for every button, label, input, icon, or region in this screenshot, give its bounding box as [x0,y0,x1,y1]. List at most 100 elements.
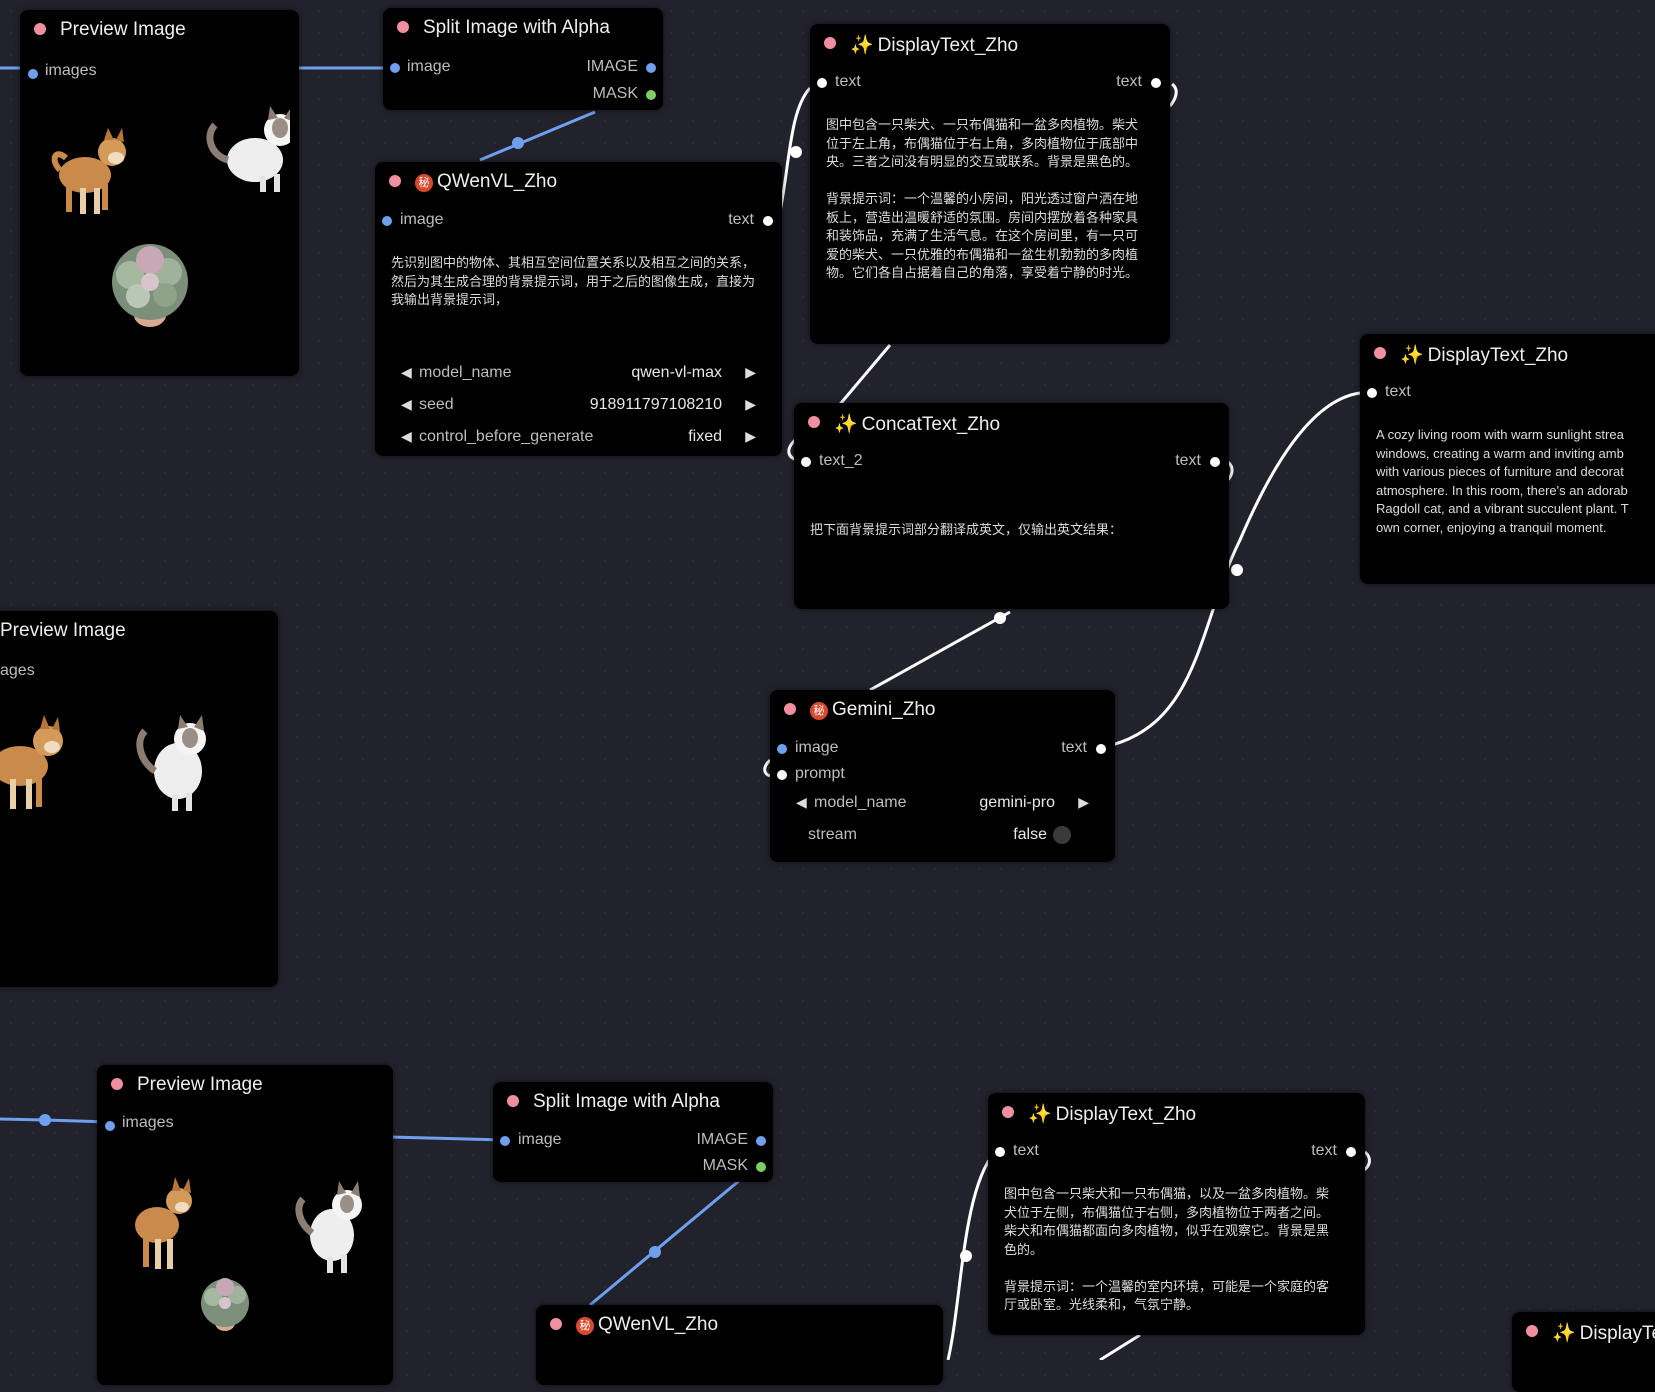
node-header[interactable]: 秘 QWenVL_Zho [375,162,782,200]
node-header[interactable]: 秘 Gemini_Zho [770,690,1115,728]
input-pin-image[interactable] [390,63,400,73]
node-title: Split Image with Alpha [533,1091,720,1112]
prompt-textarea[interactable]: 先识别图中的物体、其相互空间位置关系以及相互之间的关系， 然后为其生成合理的背景… [391,254,771,310]
sparkle-icon: ✨ [1028,1104,1052,1125]
node-title: 秘 QWenVL_Zho [415,171,557,193]
decrement-arrow-icon[interactable]: ◀ [401,396,412,413]
increment-arrow-icon[interactable]: ▶ [745,428,756,445]
node-title: ✨ DisplayText_Zho [1028,1102,1196,1126]
split-image-node[interactable]: Split Image with Alpha image IMAGE MASK [493,1082,773,1182]
node-header[interactable]: ✨ DisplayText_Zho [1360,334,1655,372]
stream-toggle[interactable]: stream false [790,822,1095,850]
input-label-images: images [45,62,97,79]
node-collapse-dot[interactable] [34,23,46,35]
display-textarea[interactable]: 图中包含一只柴犬、一只布偶猫和一盆多肉植物。柴犬 位于左上角，布偶猫位于右上角，… [826,116,1161,283]
node-title: ✨ DisplayTe [1552,1321,1655,1345]
input-pin-text[interactable] [1367,388,1377,398]
node-collapse-dot[interactable] [1374,347,1386,359]
output-pin-text[interactable] [1346,1147,1356,1157]
toggle-knob[interactable] [1053,826,1071,844]
node-collapse-dot[interactable] [550,1318,562,1330]
node-header[interactable]: ✨ DisplayText_Zho [988,1093,1365,1131]
node-header[interactable]: ✨ ConcatText_Zho [794,403,1229,441]
node-header[interactable]: Preview Image [20,10,299,48]
widget-value: qwen-vl-max [631,364,722,381]
preview-image-node[interactable]: Preview Image images [20,10,299,376]
preview-thumbnail [135,1177,362,1331]
output-pin-text[interactable] [1151,78,1161,88]
display-text-node[interactable]: ✨ DisplayText_Zho text text 图中包含一只柴犬和一只布偶… [988,1093,1365,1335]
output-pin-mask[interactable] [646,90,656,100]
widget-label: model_name [419,364,512,381]
node-header[interactable]: ✨ DisplayText_Zho [810,24,1170,62]
concat-text-node[interactable]: ✨ ConcatText_Zho text_2 text 把下面背景提示词部分翻译… [794,403,1229,609]
input-pin-image[interactable] [500,1136,510,1146]
output-pin-image[interactable] [756,1136,766,1146]
sparkle-icon: ✨ [834,414,858,435]
node-graph-canvas[interactable]: Preview Image images Split Image with Al… [0,0,1655,1392]
node-header[interactable]: ✨ DisplayTe [1512,1312,1655,1350]
increment-arrow-icon[interactable]: ▶ [745,396,756,413]
node-header[interactable]: Preview Image [97,1065,393,1103]
output-pin-text[interactable] [1210,457,1220,467]
input-pin-image[interactable] [382,216,392,226]
node-collapse-dot[interactable] [1002,1106,1014,1118]
input-pin-images[interactable] [28,69,38,79]
widget-label: stream [808,826,857,843]
model-name-combo[interactable]: ◀ model_name qwen-vl-max ▶ [395,360,762,388]
gemini-node[interactable]: 秘 Gemini_Zho image prompt text ◀ model_na… [770,690,1115,862]
node-collapse-dot[interactable] [808,416,820,428]
increment-arrow-icon[interactable]: ▶ [745,364,756,381]
preview-image-node[interactable]: Preview Image ages [0,611,278,987]
node-header[interactable]: 秘 QWenVL_Zho [536,1305,943,1343]
input-pin-text-2[interactable] [801,457,811,467]
qwenvl-node[interactable]: 秘 QWenVL_Zho image text 先识别图中的物体、其相互空间位置关… [375,162,782,456]
node-collapse-dot[interactable] [397,21,409,33]
display-text-node[interactable]: ✨ DisplayText_Zho text A cozy living room… [1360,334,1655,584]
output-pin-image[interactable] [646,63,656,73]
output-label-mask: MASK [702,1157,748,1174]
widget-label: seed [419,396,454,413]
node-collapse-dot[interactable] [389,175,401,187]
display-textarea[interactable]: A cozy living room with warm sunlight st… [1376,426,1655,537]
input-pin-text[interactable] [995,1147,1005,1157]
node-collapse-dot[interactable] [507,1095,519,1107]
node-title: 秘 QWenVL_Zho [576,1314,718,1336]
ragdoll-cat-image [206,106,290,192]
input-pin-prompt[interactable] [777,770,787,780]
display-text-node[interactable]: ✨ DisplayText_Zho text text 图中包含一只柴犬、一只布偶… [810,24,1170,344]
model-name-combo[interactable]: ◀ model_name gemini-pro ▶ [790,790,1095,818]
input-pin-text[interactable] [817,78,827,88]
output-label-text: text [1061,739,1087,756]
node-collapse-dot[interactable] [111,1078,123,1090]
input-pin-image[interactable] [777,744,787,754]
output-pin-text[interactable] [1096,744,1106,754]
input-label-images: ages [0,662,35,679]
node-collapse-dot[interactable] [784,703,796,715]
node-header[interactable]: Preview Image [0,611,278,649]
node-header[interactable]: Split Image with Alpha [383,8,663,46]
display-text-node[interactable]: ✨ DisplayTe [1512,1312,1655,1392]
node-collapse-dot[interactable] [824,37,836,49]
input-pin-images[interactable] [105,1121,115,1131]
node-collapse-dot[interactable] [1526,1325,1538,1337]
decrement-arrow-icon[interactable]: ◀ [796,794,807,811]
output-pin-text[interactable] [763,216,773,226]
output-label-image: IMAGE [586,58,638,75]
decrement-arrow-icon[interactable]: ◀ [401,364,412,381]
node-title: ✨ ConcatText_Zho [834,412,1000,436]
decrement-arrow-icon[interactable]: ◀ [401,428,412,445]
output-pin-mask[interactable] [756,1162,766,1172]
succulent-plant-image [201,1278,249,1331]
qwenvl-node[interactable]: 秘 QWenVL_Zho [536,1305,943,1385]
widget-value: gemini-pro [979,794,1055,811]
preview-image-node[interactable]: Preview Image images [97,1065,393,1385]
increment-arrow-icon[interactable]: ▶ [1078,794,1089,811]
control-before-generate-combo[interactable]: ◀ control_before_generate fixed ▶ [395,424,762,452]
seed-number-widget[interactable]: ◀ seed 918911797108210 ▶ [395,392,762,420]
display-textarea[interactable]: 图中包含一只柴犬和一只布偶猫，以及一盆多肉植物。柴 犬位于左侧，布偶猫位于右侧，… [1004,1185,1354,1315]
node-header[interactable]: Split Image with Alpha [493,1082,773,1120]
output-label-text: text [1175,452,1201,469]
split-image-node[interactable]: Split Image with Alpha image IMAGE MASK [383,8,663,110]
concat-textarea[interactable]: 把下面背景提示词部分翻译成英文，仅输出英文结果： [810,521,1220,540]
